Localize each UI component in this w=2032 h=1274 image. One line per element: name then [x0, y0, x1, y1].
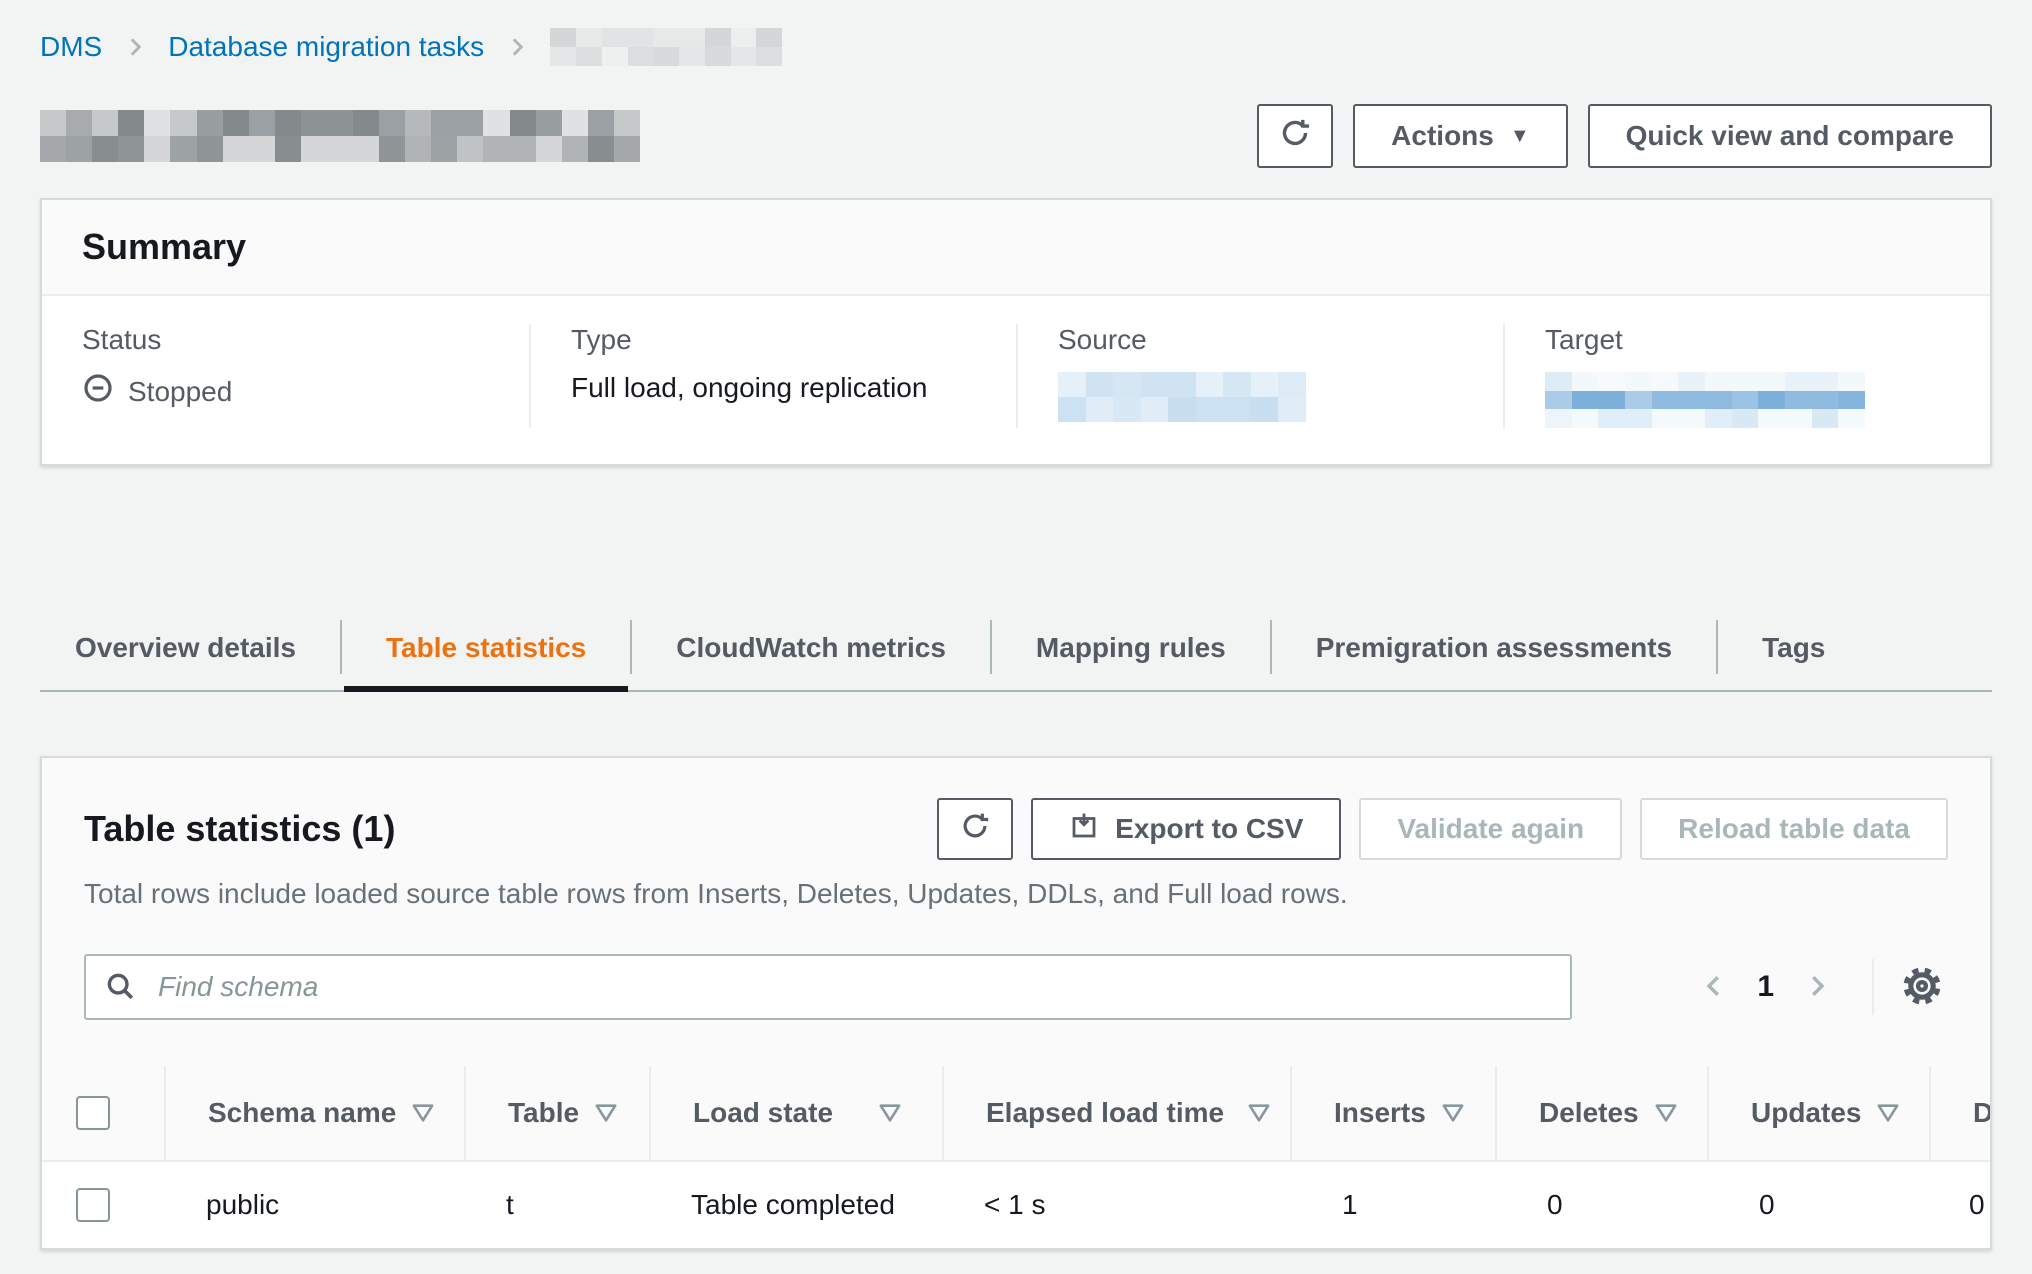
summary-body: Status Stopped Type Full load, ongoing r… — [42, 296, 1990, 464]
settings-button[interactable] — [1896, 960, 1948, 1015]
summary-target-field: Target — [1503, 324, 1990, 428]
type-label: Type — [571, 324, 976, 356]
quick-view-compare-button[interactable]: Quick view and compare — [1588, 104, 1992, 168]
tab-tags[interactable]: Tags — [1762, 612, 1825, 690]
column-header-load-state[interactable]: Load state — [649, 1066, 942, 1162]
pagination: 1 — [1685, 959, 1948, 1015]
tab-divider — [1270, 620, 1272, 674]
summary-type-field: Type Full load, ongoing replication — [529, 324, 1016, 428]
table-statistics-panel: Table statistics (1) Export to CSV Valid… — [40, 756, 1992, 1250]
breadcrumb-current-redacted — [550, 28, 782, 66]
next-page-button[interactable] — [1788, 963, 1846, 1012]
chevron-right-icon — [1802, 971, 1832, 1004]
source-label: Source — [1058, 324, 1463, 356]
select-all-header-cell — [42, 1066, 164, 1162]
table-statistics-description: Total rows include loaded source table r… — [84, 878, 1948, 910]
breadcrumb: DMS Database migration tasks — [40, 28, 1992, 66]
summary-title: Summary — [82, 226, 1950, 268]
source-endpoint-link-redacted[interactable] — [1058, 372, 1306, 422]
chevron-right-icon — [122, 34, 148, 60]
export-csv-button[interactable]: Export to CSV — [1031, 798, 1341, 860]
table-statistics-buttons: Export to CSV Validate again Reload tabl… — [937, 798, 1948, 860]
tab-premigration-assessments[interactable]: Premigration assessments — [1316, 612, 1672, 690]
table-filter-row: 1 — [84, 954, 1948, 1020]
column-header-updates[interactable]: Updates — [1707, 1066, 1929, 1162]
refresh-icon — [1278, 116, 1312, 157]
schema-search — [84, 954, 1572, 1020]
tab-divider — [340, 620, 342, 674]
validate-again-button[interactable]: Validate again — [1359, 798, 1622, 860]
sort-icon[interactable] — [1655, 1103, 1677, 1123]
table-statistics-title: Table statistics (1) — [84, 808, 395, 850]
sort-icon[interactable] — [412, 1103, 434, 1123]
column-header-ddls-clipped[interactable]: D — [1929, 1066, 1990, 1162]
download-icon — [1069, 811, 1099, 848]
select-all-checkbox[interactable] — [76, 1096, 110, 1130]
chevron-right-icon — [504, 34, 530, 60]
sort-icon[interactable] — [879, 1103, 901, 1123]
page-header: Actions ▼ Quick view and compare — [40, 104, 1992, 168]
dms-task-page: DMS Database migration tasks Actions ▼ Q… — [0, 0, 2032, 1250]
search-icon — [104, 970, 138, 1011]
summary-source-field: Source — [1016, 324, 1503, 428]
current-page-number[interactable]: 1 — [1743, 970, 1788, 1004]
pagination-divider — [1872, 959, 1874, 1015]
refresh-icon — [959, 810, 991, 849]
task-name-redacted — [40, 110, 640, 162]
target-label: Target — [1545, 324, 1950, 356]
cell-ddls-clipped: 0 — [1929, 1162, 1990, 1248]
table-statistics-header: Table statistics (1) Export to CSV Valid… — [42, 758, 1990, 860]
status-label: Status — [82, 324, 489, 356]
actions-menu-label: Actions — [1391, 120, 1494, 152]
tab-divider — [630, 620, 632, 674]
tab-table-statistics[interactable]: Table statistics — [386, 612, 586, 690]
tab-overview-details[interactable]: Overview details — [75, 612, 296, 690]
cell-schema-name: public — [164, 1162, 464, 1248]
type-value: Full load, ongoing replication — [571, 372, 976, 404]
cell-inserts: 1 — [1290, 1162, 1495, 1248]
tab-divider — [1716, 620, 1718, 674]
tab-bar: Overview details Table statistics CloudW… — [40, 612, 1992, 692]
actions-menu-button[interactable]: Actions ▼ — [1353, 104, 1567, 168]
status-value: Stopped — [82, 372, 489, 411]
tab-divider — [990, 620, 992, 674]
sort-icon[interactable] — [1248, 1103, 1270, 1123]
find-schema-input[interactable] — [84, 954, 1572, 1020]
tab-mapping-rules[interactable]: Mapping rules — [1036, 612, 1226, 690]
column-header-inserts[interactable]: Inserts — [1290, 1066, 1495, 1162]
header-actions: Actions ▼ Quick view and compare — [1257, 104, 1992, 168]
row-checkbox[interactable] — [76, 1188, 110, 1222]
refresh-button[interactable] — [1257, 104, 1333, 168]
summary-panel-header: Summary — [42, 200, 1990, 296]
stopped-icon — [82, 372, 114, 411]
row-select-cell — [42, 1162, 164, 1248]
caret-down-icon: ▼ — [1510, 126, 1530, 146]
previous-page-button[interactable] — [1685, 963, 1743, 1012]
cell-deletes: 0 — [1495, 1162, 1707, 1248]
sort-icon[interactable] — [1877, 1103, 1899, 1123]
sort-icon[interactable] — [1442, 1103, 1464, 1123]
table-statistics-table: Schema name Table Load state Elapsed loa… — [42, 1066, 1990, 1248]
cell-updates: 0 — [1707, 1162, 1929, 1248]
column-header-deletes[interactable]: Deletes — [1495, 1066, 1707, 1162]
column-header-elapsed-load-time[interactable]: Elapsed load time — [942, 1066, 1290, 1162]
cell-load-state: Table completed — [649, 1162, 942, 1248]
breadcrumb-link-dms[interactable]: DMS — [40, 31, 102, 63]
status-text: Stopped — [128, 376, 232, 408]
tab-cloudwatch-metrics[interactable]: CloudWatch metrics — [676, 612, 946, 690]
table-refresh-button[interactable] — [937, 798, 1013, 860]
reload-table-data-button[interactable]: Reload table data — [1640, 798, 1948, 860]
column-header-schema-name[interactable]: Schema name — [164, 1066, 464, 1162]
cell-elapsed-load-time: < 1 s — [942, 1162, 1290, 1248]
chevron-left-icon — [1699, 971, 1729, 1004]
gear-icon — [1900, 964, 1944, 1011]
sort-icon[interactable] — [595, 1103, 617, 1123]
summary-panel: Summary Status Stopped Type Full load, o… — [40, 198, 1992, 466]
target-endpoint-link-redacted[interactable] — [1545, 372, 1865, 428]
column-header-table[interactable]: Table — [464, 1066, 649, 1162]
breadcrumb-link-migration-tasks[interactable]: Database migration tasks — [168, 31, 484, 63]
cell-table: t — [464, 1162, 649, 1248]
summary-status-field: Status Stopped — [42, 324, 529, 428]
export-csv-label: Export to CSV — [1115, 813, 1303, 845]
